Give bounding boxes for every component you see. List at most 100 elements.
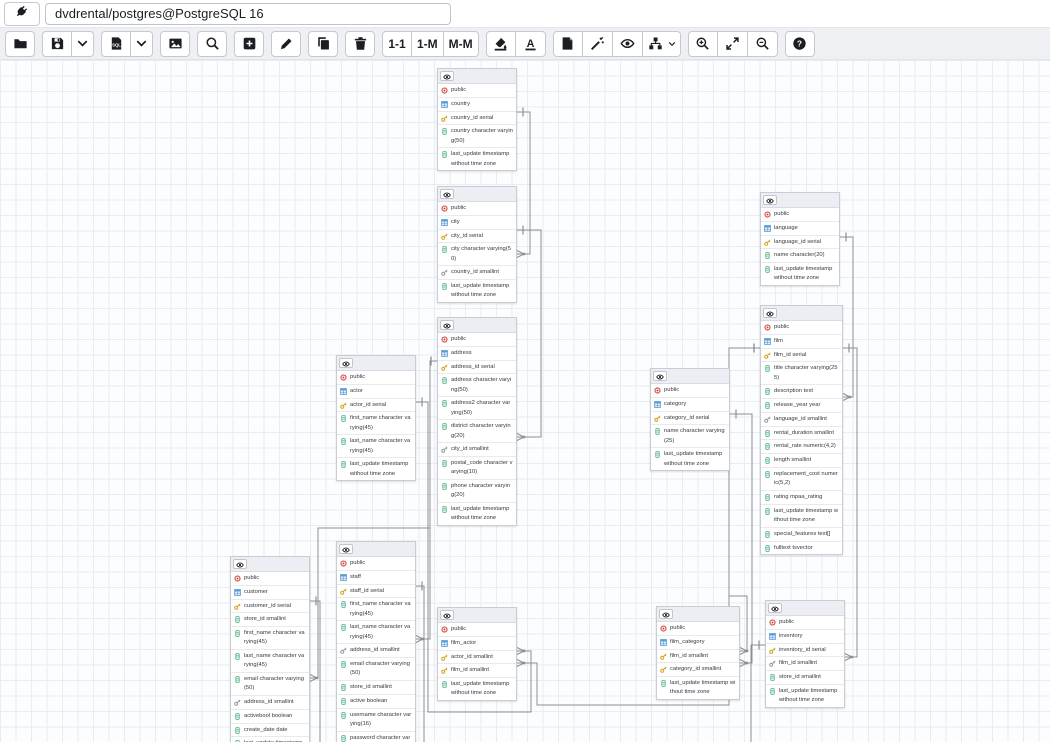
schema-row[interactable]: public [438, 333, 516, 347]
zoom-to-fit-button[interactable] [718, 31, 748, 57]
fill-color-button[interactable] [486, 31, 516, 57]
column-row[interactable]: address character varying(50) [438, 374, 516, 397]
column-row[interactable]: last_update timestamp without time zone [438, 148, 516, 170]
one-to-many-button[interactable]: 1-M [412, 31, 444, 57]
column-row[interactable]: address2 character varying(50) [438, 397, 516, 420]
toggle-details-button[interactable] [440, 610, 454, 620]
column-row[interactable]: email character varying(50) [337, 658, 415, 681]
one-to-one-button[interactable]: 1-1 [382, 31, 412, 57]
column-row[interactable]: actor_id smallint [438, 651, 516, 665]
show-details-button[interactable] [613, 31, 643, 57]
column-row[interactable]: first_name character varying(45) [231, 627, 309, 650]
toggle-details-button[interactable] [440, 320, 454, 330]
column-row[interactable]: address_id serial [438, 361, 516, 375]
table-node-country[interactable]: publiccountrycountry_id serialcountry ch… [437, 68, 517, 171]
column-row[interactable]: city_id serial [438, 230, 516, 244]
add-table-button[interactable] [234, 31, 264, 57]
column-row[interactable]: title character varying(255) [761, 362, 842, 385]
table-name-row[interactable]: category [651, 398, 729, 412]
toggle-details-button[interactable] [659, 609, 673, 619]
column-row[interactable]: fulltext tsvector [761, 542, 842, 555]
column-row[interactable]: category_id smallint [657, 663, 739, 677]
column-row[interactable]: last_update timestamp without time zone [438, 503, 516, 525]
schema-row[interactable]: public [337, 557, 415, 571]
schema-row[interactable]: public [438, 623, 516, 637]
column-row[interactable]: active boolean [337, 695, 415, 709]
change-layout-button[interactable] [643, 31, 681, 57]
schema-row[interactable]: public [766, 616, 844, 630]
table-node-actor[interactable]: publicactoractor_id serialfirst_name cha… [336, 355, 416, 481]
table-node-city[interactable]: publiccitycity_id serialcity character v… [437, 186, 517, 303]
column-row[interactable]: last_update timestamp without time zone [657, 677, 739, 699]
table-node-address[interactable]: publicaddressaddress_id serialaddress ch… [437, 317, 517, 526]
column-row[interactable]: staff_id serial [337, 585, 415, 599]
toggle-details-button[interactable] [763, 195, 777, 205]
column-row[interactable]: length smallint [761, 454, 842, 468]
schema-row[interactable]: public [231, 572, 309, 586]
column-row[interactable]: create_date date [231, 724, 309, 738]
table-name-row[interactable]: film_category [657, 636, 739, 650]
schema-row[interactable]: public [438, 202, 516, 216]
column-row[interactable]: email character varying(50) [231, 673, 309, 696]
column-row[interactable]: store_id smallint [231, 613, 309, 627]
column-row[interactable]: release_year year [761, 399, 842, 413]
column-row[interactable]: last_name character varying(45) [231, 650, 309, 673]
generate-sql-button[interactable]: SQL [101, 31, 131, 57]
search-button[interactable] [197, 31, 227, 57]
column-row[interactable]: district character varying(20) [438, 420, 516, 443]
column-row[interactable]: last_update timestamp without time zone [761, 263, 839, 285]
text-color-button[interactable]: A [516, 31, 546, 57]
schema-row[interactable]: public [761, 208, 839, 222]
toggle-details-button[interactable] [653, 371, 667, 381]
column-row[interactable]: username character varying(16) [337, 709, 415, 732]
table-node-film[interactable]: publicfilmfilm_id serialtitle character … [760, 305, 843, 555]
table-node-customer[interactable]: publiccustomercustomer_id serialstore_id… [230, 556, 310, 742]
table-name-row[interactable]: inventory [766, 630, 844, 644]
table-node-inventory[interactable]: publicinventoryinventory_id serialfilm_i… [765, 600, 845, 708]
diagram-title[interactable]: dvdrental/postgres@PostgreSQL 16 [45, 3, 451, 25]
column-row[interactable]: rental_duration smallint [761, 427, 842, 441]
column-row[interactable]: activebool boolean [231, 710, 309, 724]
save-dropdown-button[interactable] [72, 31, 94, 57]
zoom-in-button[interactable] [688, 31, 718, 57]
column-row[interactable]: language_id smallint [761, 413, 842, 427]
table-node-staff[interactable]: publicstaffstaff_id serialfirst_name cha… [336, 541, 416, 742]
column-row[interactable]: address_id smallint [231, 696, 309, 710]
column-row[interactable]: store_id smallint [766, 671, 844, 685]
column-row[interactable]: last_update timestamp without time zone [231, 737, 309, 742]
column-row[interactable]: last_update timestamp without time zone [761, 505, 842, 528]
column-row[interactable]: film_id smallint [766, 657, 844, 671]
column-row[interactable]: country_id serial [438, 112, 516, 126]
save-project-button[interactable] [42, 31, 72, 57]
column-row[interactable]: password character varying(40) [337, 732, 415, 742]
toggle-details-button[interactable] [763, 308, 777, 318]
column-row[interactable]: country_id smallint [438, 266, 516, 280]
table-name-row[interactable]: film_actor [438, 637, 516, 651]
column-row[interactable]: film_id smallint [438, 664, 516, 678]
toggle-details-button[interactable] [768, 603, 782, 613]
toggle-details-button[interactable] [440, 189, 454, 199]
open-project-button[interactable] [5, 31, 35, 57]
connection-button[interactable] [4, 2, 40, 26]
column-row[interactable]: store_id smallint [337, 681, 415, 695]
clone-table-button[interactable] [308, 31, 338, 57]
table-name-row[interactable]: address [438, 347, 516, 361]
toggle-details-button[interactable] [233, 559, 247, 569]
column-row[interactable]: category_id serial [651, 412, 729, 426]
auto-align-button[interactable] [583, 31, 613, 57]
column-row[interactable]: last_update timestamp without time zone [651, 448, 729, 470]
column-row[interactable]: actor_id serial [337, 399, 415, 413]
column-row[interactable]: last_update timestamp without time zone [766, 685, 844, 707]
column-row[interactable]: last_update timestamp without time zone [438, 678, 516, 700]
column-row[interactable]: last_name character varying(45) [337, 621, 415, 644]
column-row[interactable]: special_features text[] [761, 528, 842, 542]
column-row[interactable]: film_id serial [761, 349, 842, 363]
schema-row[interactable]: public [337, 371, 415, 385]
help-button[interactable]: ? [785, 31, 815, 57]
column-row[interactable]: last_name character varying(45) [337, 435, 415, 458]
table-name-row[interactable]: actor [337, 385, 415, 399]
column-row[interactable]: last_update timestamp without time zone [438, 280, 516, 302]
sql-dropdown-button[interactable] [131, 31, 153, 57]
column-row[interactable]: inventory_id serial [766, 644, 844, 658]
column-row[interactable]: name character(20) [761, 249, 839, 263]
